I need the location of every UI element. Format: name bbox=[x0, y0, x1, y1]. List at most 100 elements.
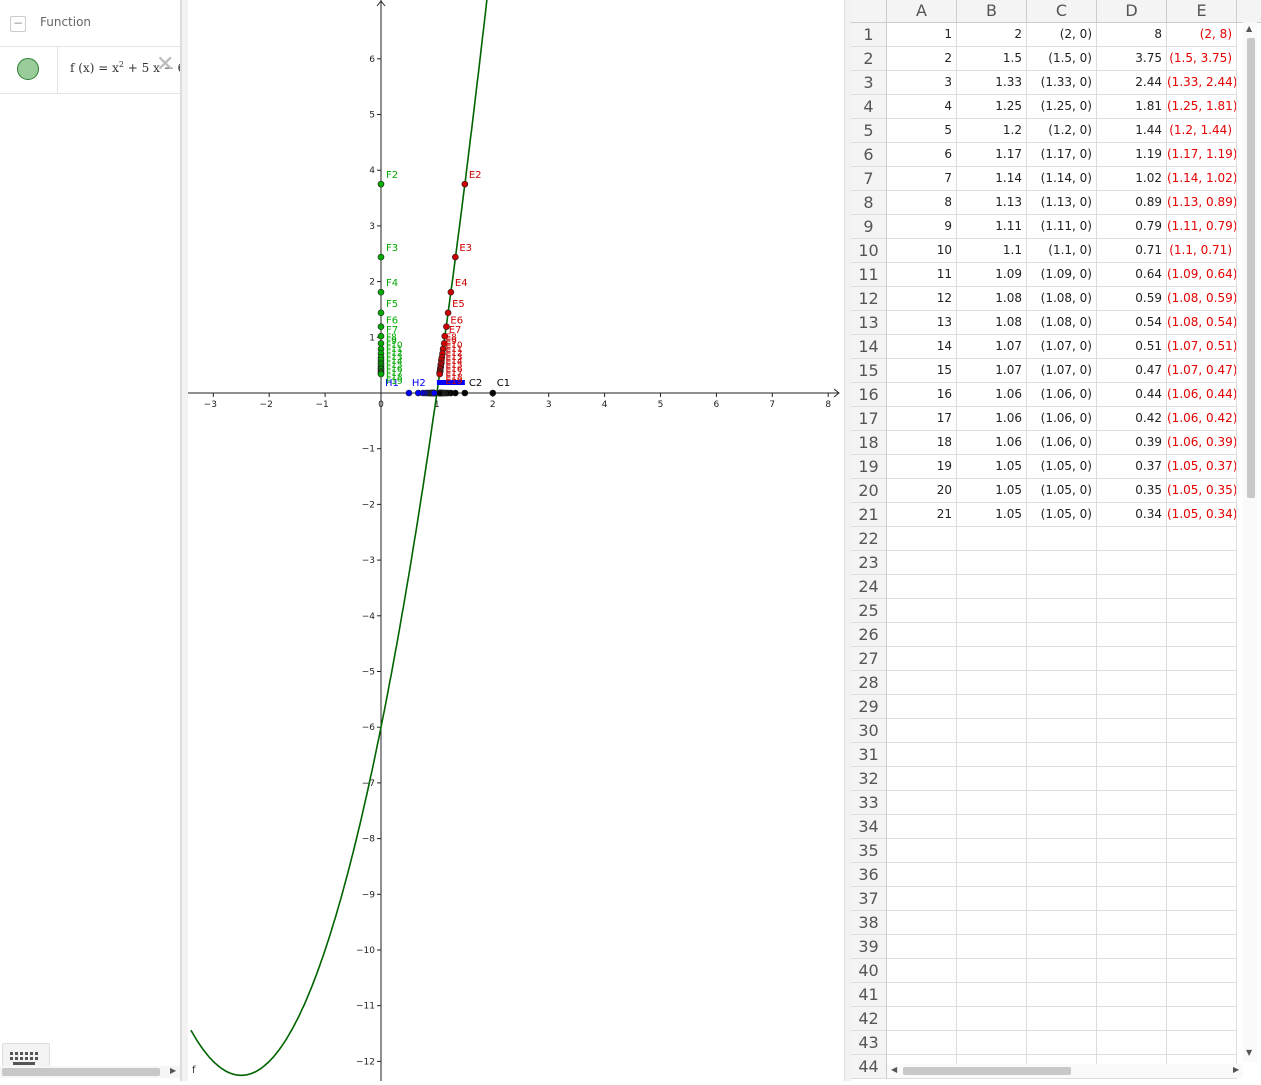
point-f[interactable] bbox=[377, 253, 385, 261]
cell-e23[interactable] bbox=[1167, 551, 1237, 575]
cell-d15[interactable]: 0.47 bbox=[1097, 359, 1167, 383]
column-header-a[interactable]: A bbox=[887, 0, 957, 22]
row-header[interactable]: 17 bbox=[851, 407, 887, 431]
cell-e35[interactable] bbox=[1167, 839, 1237, 863]
cell-e24[interactable] bbox=[1167, 575, 1237, 599]
cell-b25[interactable] bbox=[957, 599, 1027, 623]
row-header[interactable]: 34 bbox=[851, 815, 887, 839]
cell-b3[interactable]: 1.33 bbox=[957, 71, 1027, 95]
cell-c21[interactable]: (1.05, 0) bbox=[1027, 503, 1097, 527]
horizontal-scrollbar[interactable]: ◀ ▶ bbox=[887, 1064, 1243, 1078]
cell-c39[interactable] bbox=[1027, 935, 1097, 959]
cell-a11[interactable]: 11 bbox=[887, 263, 957, 287]
function-curve-f[interactable] bbox=[190, 0, 490, 1077]
cell-c4[interactable]: (1.25, 0) bbox=[1027, 95, 1097, 119]
row-header[interactable]: 5 bbox=[851, 119, 887, 143]
cell-e2[interactable]: (1.5, 3.75) bbox=[1167, 47, 1237, 71]
cell-e27[interactable] bbox=[1167, 647, 1237, 671]
cell-a33[interactable] bbox=[887, 791, 957, 815]
cell-d3[interactable]: 2.44 bbox=[1097, 71, 1167, 95]
cell-d21[interactable]: 0.34 bbox=[1097, 503, 1167, 527]
cell-e18[interactable]: (1.06, 0.39) bbox=[1167, 431, 1237, 455]
cell-b40[interactable] bbox=[957, 959, 1027, 983]
cell-a3[interactable]: 3 bbox=[887, 71, 957, 95]
point-c[interactable] bbox=[489, 389, 497, 397]
cell-e31[interactable] bbox=[1167, 743, 1237, 767]
row-header[interactable]: 23 bbox=[851, 551, 887, 575]
graphics-canvas[interactable]: −3 −2 −1 0 1 2 3 4 5 6 7 8654321−1−2−3−4−5−6−7−8−9−… bbox=[188, 0, 844, 1081]
point-f[interactable] bbox=[377, 309, 385, 317]
cell-c13[interactable]: (1.08, 0) bbox=[1027, 311, 1097, 335]
cell-c9[interactable]: (1.11, 0) bbox=[1027, 215, 1097, 239]
cell-a12[interactable]: 12 bbox=[887, 287, 957, 311]
column-header-c[interactable]: C bbox=[1027, 0, 1097, 22]
graphics-view[interactable]: −3 −2 −1 0 1 2 3 4 5 6 7 8 6 5 4 3 2 1 −1 −2 −3 −4 −5 −6 −7 −8 −9−… bbox=[188, 0, 844, 1081]
cell-b35[interactable] bbox=[957, 839, 1027, 863]
cell-c2[interactable]: (1.5, 0) bbox=[1027, 47, 1097, 71]
cell-d6[interactable]: 1.19 bbox=[1097, 143, 1167, 167]
cell-a9[interactable]: 9 bbox=[887, 215, 957, 239]
point-h[interactable] bbox=[430, 389, 438, 397]
cell-d29[interactable] bbox=[1097, 695, 1167, 719]
cell-c36[interactable] bbox=[1027, 863, 1097, 887]
cell-b39[interactable] bbox=[957, 935, 1027, 959]
cell-a30[interactable] bbox=[887, 719, 957, 743]
row-header[interactable]: 30 bbox=[851, 719, 887, 743]
cell-b26[interactable] bbox=[957, 623, 1027, 647]
cell-d30[interactable] bbox=[1097, 719, 1167, 743]
cell-d35[interactable] bbox=[1097, 839, 1167, 863]
row-header[interactable]: 36 bbox=[851, 863, 887, 887]
cell-d18[interactable]: 0.39 bbox=[1097, 431, 1167, 455]
cell-c27[interactable] bbox=[1027, 647, 1097, 671]
cell-d2[interactable]: 3.75 bbox=[1097, 47, 1167, 71]
row-header[interactable]: 16 bbox=[851, 383, 887, 407]
cell-c10[interactable]: (1.1, 0) bbox=[1027, 239, 1097, 263]
cell-d34[interactable] bbox=[1097, 815, 1167, 839]
row-header[interactable]: 44 bbox=[851, 1055, 887, 1079]
cell-c3[interactable]: (1.33, 0) bbox=[1027, 71, 1097, 95]
cell-c16[interactable]: (1.06, 0) bbox=[1027, 383, 1097, 407]
cell-b36[interactable] bbox=[957, 863, 1027, 887]
cell-e38[interactable] bbox=[1167, 911, 1237, 935]
row-header[interactable]: 18 bbox=[851, 431, 887, 455]
cell-b42[interactable] bbox=[957, 1007, 1027, 1031]
cell-a42[interactable] bbox=[887, 1007, 957, 1031]
cell-d25[interactable] bbox=[1097, 599, 1167, 623]
cell-d8[interactable]: 0.89 bbox=[1097, 191, 1167, 215]
cell-a35[interactable] bbox=[887, 839, 957, 863]
cell-d22[interactable] bbox=[1097, 527, 1167, 551]
cell-b13[interactable]: 1.08 bbox=[957, 311, 1027, 335]
point-f[interactable] bbox=[377, 340, 385, 347]
row-header[interactable]: 41 bbox=[851, 983, 887, 1007]
row-header[interactable]: 43 bbox=[851, 1031, 887, 1055]
cell-c23[interactable] bbox=[1027, 551, 1097, 575]
cell-c43[interactable] bbox=[1027, 1031, 1097, 1055]
cell-b22[interactable] bbox=[957, 527, 1027, 551]
collapse-icon[interactable]: − bbox=[10, 16, 26, 32]
row-header[interactable]: 26 bbox=[851, 623, 887, 647]
cell-c34[interactable] bbox=[1027, 815, 1097, 839]
row-header[interactable]: 4 bbox=[851, 95, 887, 119]
cell-a23[interactable] bbox=[887, 551, 957, 575]
cell-a8[interactable]: 8 bbox=[887, 191, 957, 215]
row-header[interactable]: 40 bbox=[851, 959, 887, 983]
cell-b43[interactable] bbox=[957, 1031, 1027, 1055]
cell-a21[interactable]: 21 bbox=[887, 503, 957, 527]
cell-b2[interactable]: 1.5 bbox=[957, 47, 1027, 71]
cell-c5[interactable]: (1.2, 0) bbox=[1027, 119, 1097, 143]
cell-b16[interactable]: 1.06 bbox=[957, 383, 1027, 407]
cell-b19[interactable]: 1.05 bbox=[957, 455, 1027, 479]
cell-a34[interactable] bbox=[887, 815, 957, 839]
cell-d39[interactable] bbox=[1097, 935, 1167, 959]
cell-e6[interactable]: (1.17, 1.19) bbox=[1167, 143, 1237, 167]
cell-b7[interactable]: 1.14 bbox=[957, 167, 1027, 191]
cell-a10[interactable]: 10 bbox=[887, 239, 957, 263]
point-f[interactable] bbox=[377, 370, 385, 378]
cell-c28[interactable] bbox=[1027, 671, 1097, 695]
cell-d12[interactable]: 0.59 bbox=[1097, 287, 1167, 311]
cell-b24[interactable] bbox=[957, 575, 1027, 599]
algebra-scroll-thumb[interactable] bbox=[2, 1068, 160, 1076]
cell-c26[interactable] bbox=[1027, 623, 1097, 647]
cell-d27[interactable] bbox=[1097, 647, 1167, 671]
cell-a19[interactable]: 19 bbox=[887, 455, 957, 479]
